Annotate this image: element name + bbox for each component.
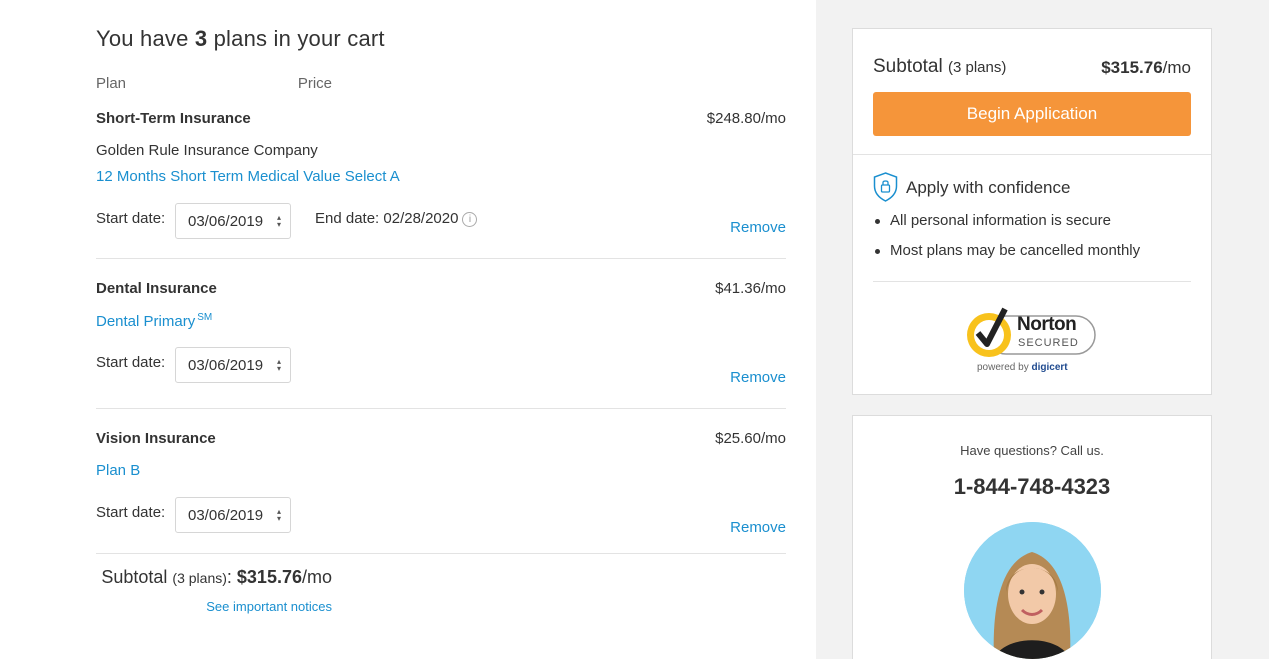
cart-title: You have 3 plans in your cart [96,26,385,51]
stepper-arrows-icon: ▴ ▾ [276,357,281,373]
list-item: Most plans may be cancelled monthly [873,241,1140,271]
remove-link[interactable]: Remove [730,519,786,536]
start-date-label: Start date: [96,504,166,521]
plan-link[interactable]: Plan B [96,462,140,479]
agent-avatar [964,522,1101,659]
divider [96,553,786,554]
plan-price: $41.36/mo [715,280,786,297]
start-date-select[interactable]: 03/06/2019 ▴ ▾ [175,497,291,533]
cart-main: You have 3 plans in your cart Plan Price… [0,0,816,659]
sidebar-subtotal-amount: $315.76/mo [1101,58,1191,77]
contact-card: Have questions? Call us. 1-844-748-4323 [852,415,1212,659]
norton-secured-badge: Norton SECURED powered by digicert [965,301,1100,377]
plan-link[interactable]: Dental Primary SM [96,312,212,330]
stepper-arrows-icon: ▴ ▾ [276,213,281,229]
service-mark: SM [197,312,213,323]
confidence-title: Apply with confidence [906,178,1071,197]
norton-name: Norton [1017,314,1077,335]
remove-link[interactable]: Remove [730,369,786,386]
divider [873,281,1191,282]
price-column-header: Price [297,75,332,92]
norton-powered: powered by digicert [977,362,1068,373]
list-item: All personal information is secure [873,211,1140,241]
phone-number[interactable]: 1-844-748-4323 [853,474,1211,500]
end-date: End date: 02/28/2020 i [315,210,478,227]
remove-link[interactable]: Remove [730,219,786,236]
plan-price: $25.60/mo [715,430,786,447]
divider [96,408,786,409]
start-date-select[interactable]: 03/06/2019 ▴ ▾ [175,347,291,383]
important-notices-link[interactable]: See important notices [206,599,332,614]
confidence-list: All personal information is secure Most … [873,211,1140,271]
divider [853,154,1211,155]
norton-secured: SECURED [1018,337,1079,349]
summary-card: Subtotal (3 plans) $315.76/mo Begin Appl… [852,28,1212,395]
cart-subtotal: Subtotal (3 plans): $315.76/mo [101,567,332,587]
start-date-select[interactable]: 03/06/2019 ▴ ▾ [175,203,291,239]
start-date-label: Start date: [96,354,166,371]
plan-item-dental: Dental Insurance $41.36/mo Dental Primar… [96,280,786,400]
plan-name: Short-Term Insurance [96,110,251,127]
plan-company: Golden Rule Insurance Company [96,142,318,159]
agent-portrait-icon [964,522,1101,659]
questions-text: Have questions? Call us. [960,443,1104,458]
plan-item-vision: Vision Insurance $25.60/mo Plan B Start … [96,430,786,550]
plan-link[interactable]: 12 Months Short Term Medical Value Selec… [96,168,400,185]
start-date-label: Start date: [96,210,166,227]
plan-name: Dental Insurance [96,280,217,297]
begin-application-button[interactable]: Begin Application [873,92,1191,136]
plan-name: Vision Insurance [96,430,216,447]
shield-lock-icon [873,172,898,202]
cart-count: 3 [194,26,208,51]
stepper-arrows-icon: ▴ ▾ [276,507,281,523]
divider [96,258,786,259]
info-icon[interactable]: i [462,212,478,227]
plan-price: $248.80/mo [706,110,786,127]
plan-column-header: Plan [96,75,127,92]
sidebar-subtotal-label: Subtotal (3 plans) [873,56,1007,77]
plan-item-short-term: Short-Term Insurance $248.80/mo Golden R… [96,110,786,250]
